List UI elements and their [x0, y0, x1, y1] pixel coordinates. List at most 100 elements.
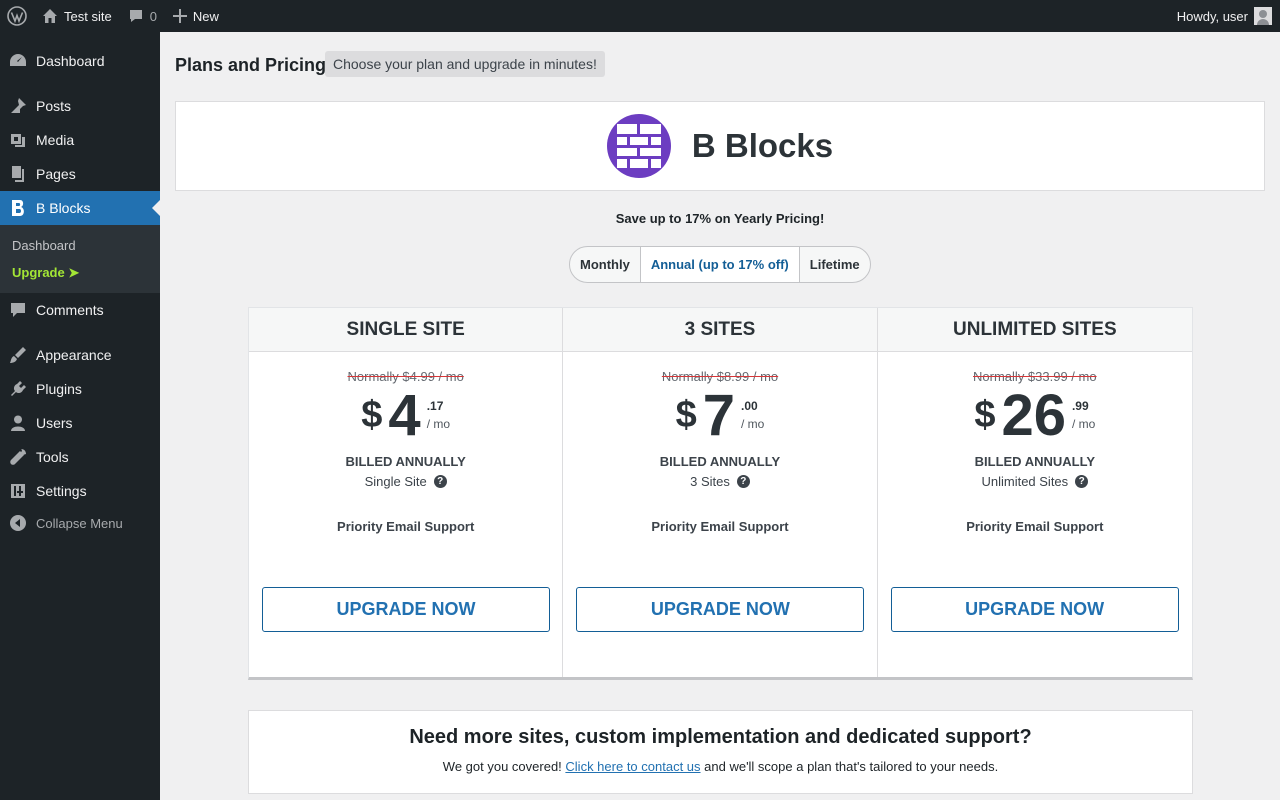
- contact-title: Need more sites, custom implementation a…: [409, 726, 1032, 748]
- site-count-label: Single Site: [364, 474, 427, 489]
- normal-price: Normally $4.99 / mo: [249, 369, 562, 384]
- menu-label-media: Media: [36, 132, 75, 148]
- collapse-menu-label: Collapse Menu: [36, 515, 123, 531]
- menu-label-dashboard: Dashboard: [36, 53, 105, 69]
- home-icon: [43, 9, 57, 23]
- pin-icon: [11, 98, 26, 113]
- menu-item-appearance[interactable]: Appearance: [0, 338, 160, 372]
- price-cents: .17: [426, 399, 444, 413]
- site-count-label: 3 Sites: [690, 474, 730, 489]
- menu-item-posts[interactable]: Posts: [0, 89, 160, 123]
- normal-price-text: Normally $33.99 / mo: [973, 369, 1097, 384]
- media-icon: [11, 134, 25, 147]
- menu-label-comments: Comments: [36, 302, 104, 318]
- submenu-item-dashboard[interactable]: Dashboard: [12, 238, 76, 253]
- admin-sidebar: Dashboard Posts Media Pages B Blocks Das…: [0, 32, 160, 800]
- menu-label-b-blocks: B Blocks: [36, 200, 91, 216]
- billing-option-annual[interactable]: Annual (up to 17% off): [640, 247, 800, 282]
- support-feature: Priority Email Support: [966, 519, 1104, 534]
- billing-cycle-toggle: Monthly Annual (up to 17% off) Lifetime: [569, 246, 871, 283]
- save-note: Save up to 17% on Yearly Pricing!: [615, 211, 825, 226]
- billing-option-monthly[interactable]: Monthly: [570, 247, 641, 282]
- brand-name: B Blocks: [691, 127, 834, 164]
- price-currency: $: [675, 394, 697, 436]
- admin-bar: Test site 0 New Howdy, user: [0, 0, 1280, 32]
- normal-price: Normally $33.99 / mo: [878, 369, 1192, 384]
- comment-icon: [11, 303, 25, 317]
- menu-item-b-blocks[interactable]: B Blocks: [0, 191, 160, 225]
- plugin-icon: [11, 381, 26, 396]
- comments-link[interactable]: 0: [120, 0, 165, 32]
- plan-name: UNLIMITED SITES: [877, 308, 1192, 352]
- support-feature: Priority Email Support: [651, 519, 789, 534]
- price-amount: 4: [388, 383, 421, 448]
- submenu-item-upgrade[interactable]: Upgrade ➤: [12, 265, 79, 281]
- menu-item-tools[interactable]: Tools: [0, 440, 160, 474]
- menu-label-pages: Pages: [36, 166, 76, 182]
- menu-item-media[interactable]: Media: [0, 123, 160, 157]
- page-title: Plans and Pricing: [175, 55, 327, 75]
- wordpress-logo-icon[interactable]: [0, 0, 34, 32]
- new-content-link[interactable]: New: [165, 0, 227, 32]
- normal-price-text: Normally $8.99 / mo: [661, 369, 779, 384]
- menu-item-dashboard[interactable]: Dashboard: [0, 44, 160, 78]
- plan-card-unlimited-sites: UNLIMITED SITES Normally $33.99 / mo $ 2…: [877, 308, 1192, 677]
- menu-label-users: Users: [36, 415, 73, 431]
- contact-text-after: and we'll scope a plan that's tailored t…: [700, 759, 999, 774]
- help-icon[interactable]: ?: [1075, 475, 1089, 488]
- help-icon[interactable]: ?: [736, 475, 750, 488]
- normal-price: Normally $8.99 / mo: [563, 369, 876, 384]
- help-icon[interactable]: ?: [433, 475, 447, 488]
- menu-item-users[interactable]: Users: [0, 406, 160, 440]
- my-account-link[interactable]: Howdy, user: [1169, 0, 1280, 32]
- plan-name: 3 SITES: [563, 308, 877, 352]
- normal-price-text: Normally $4.99 / mo: [347, 369, 464, 384]
- site-name-link[interactable]: Test site: [34, 0, 120, 32]
- billing-frequency: BILLED ANNUALLY: [974, 454, 1095, 469]
- menu-label-settings: Settings: [36, 483, 87, 499]
- comments-count: 0: [149, 8, 157, 24]
- menu-label-posts: Posts: [36, 98, 72, 114]
- contact-box: Need more sites, custom implementation a…: [248, 710, 1193, 794]
- price-period: / mo: [741, 417, 765, 431]
- billing-option-lifetime[interactable]: Lifetime: [800, 247, 870, 282]
- menu-item-comments[interactable]: Comments: [0, 293, 160, 327]
- site-count: 3 Sites ?: [563, 474, 876, 489]
- contact-text-before: We got you covered!: [442, 759, 566, 774]
- billing-frequency: BILLED ANNUALLY: [345, 454, 466, 469]
- contact-text: We got you covered! Click here to contac…: [249, 759, 1192, 774]
- site-count-label: Unlimited Sites: [981, 474, 1069, 489]
- greeting-text: Howdy, user: [1176, 8, 1248, 24]
- contact-us-link[interactable]: Click here to contact us: [565, 759, 700, 774]
- menu-item-settings[interactable]: Settings: [0, 474, 160, 508]
- pricing-table: SINGLE SITE Normally $4.99 / mo $ 4 .17 …: [248, 307, 1193, 680]
- pages-icon: [12, 166, 24, 182]
- price-cents: .99: [1071, 399, 1089, 413]
- brush-icon: [10, 347, 26, 363]
- brand-header: B Blocks: [175, 101, 1265, 191]
- menu-item-pages[interactable]: Pages: [0, 157, 160, 191]
- collapse-icon: [10, 515, 26, 531]
- main-content: Plans and Pricing Choose your plan and u…: [160, 32, 1280, 800]
- plan-price: $ 4 .17 / mo: [249, 385, 562, 447]
- menu-label-plugins: Plugins: [36, 381, 82, 397]
- plan-name: SINGLE SITE: [249, 308, 563, 352]
- upgrade-button-unlimited-sites[interactable]: UPGRADE NOW: [890, 587, 1179, 632]
- price-currency: $: [974, 394, 996, 436]
- upgrade-button-single-site[interactable]: UPGRADE NOW: [262, 587, 550, 632]
- upgrade-button-3-sites[interactable]: UPGRADE NOW: [576, 587, 865, 632]
- plus-icon: [172, 9, 187, 23]
- plan-card-single-site: SINGLE SITE Normally $4.99 / mo $ 4 .17 …: [249, 308, 564, 677]
- collapse-menu-button[interactable]: Collapse Menu: [0, 506, 160, 540]
- brick-wall-icon: [606, 114, 671, 178]
- site-name-label: Test site: [64, 8, 112, 24]
- menu-item-plugins[interactable]: Plugins: [0, 372, 160, 406]
- price-period: / mo: [1071, 417, 1096, 431]
- b-blocks-submenu: Dashboard Upgrade ➤: [0, 225, 160, 293]
- menu-label-tools: Tools: [36, 449, 69, 465]
- price-cents: .00: [741, 399, 758, 413]
- support-feature: Priority Email Support: [337, 519, 475, 534]
- price-amount: 7: [702, 383, 736, 448]
- page-tagline: Choose your plan and upgrade in minutes!: [325, 51, 605, 77]
- plan-price: $ 7 .00 / mo: [563, 385, 876, 447]
